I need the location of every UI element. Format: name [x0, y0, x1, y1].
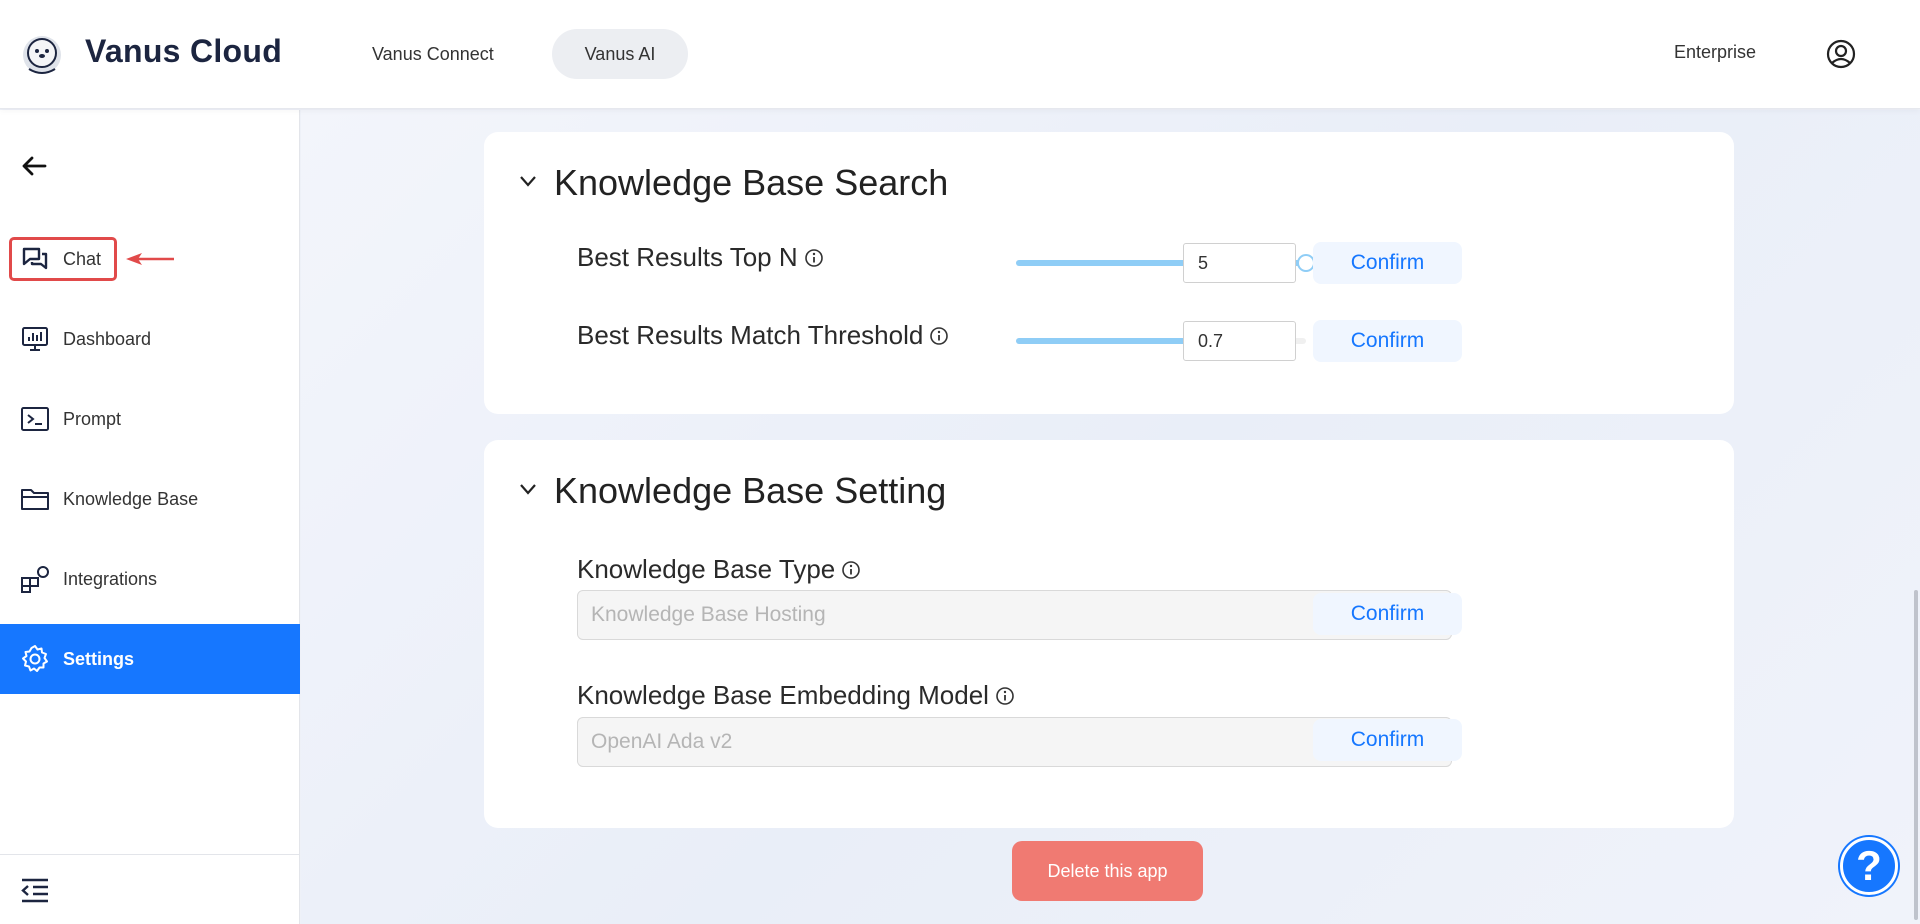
- sidebar-item-knowledge-base[interactable]: Knowledge Base: [0, 464, 300, 534]
- threshold-label: Best Results Match Threshold: [577, 320, 949, 351]
- help-button[interactable]: ?: [1840, 837, 1898, 895]
- section-title: Knowledge Base Setting: [554, 470, 947, 511]
- otter-logo-icon[interactable]: [19, 31, 65, 77]
- annotation-arrow-icon: [126, 253, 174, 265]
- delete-app-button[interactable]: Delete this app: [1012, 841, 1203, 901]
- sidebar: Chat Dashboard Prompt Knowledge Base Int…: [0, 110, 300, 924]
- folder-icon: [19, 483, 51, 515]
- kb-type-selected-value: Knowledge Base Hosting: [591, 603, 826, 626]
- user-account-icon[interactable]: [1825, 38, 1857, 70]
- sidebar-item-dashboard[interactable]: Dashboard: [0, 304, 300, 374]
- top-n-label-text: Best Results Top N: [577, 242, 798, 272]
- info-icon[interactable]: [929, 326, 949, 346]
- brand-name: Vanus Cloud: [85, 33, 283, 69]
- confirm-threshold-button[interactable]: Confirm: [1313, 320, 1462, 362]
- plan-label[interactable]: Enterprise: [1674, 42, 1756, 63]
- chevron-down-icon[interactable]: [517, 170, 539, 192]
- scrollbar-thumb[interactable]: [1914, 590, 1918, 920]
- kb-type-label: Knowledge Base Type: [577, 554, 861, 585]
- sidebar-item-label: Dashboard: [63, 328, 152, 349]
- collapse-menu-icon[interactable]: [20, 876, 50, 906]
- terminal-icon: [19, 403, 51, 435]
- confirm-kb-type-button[interactable]: Confirm: [1313, 593, 1462, 635]
- info-icon[interactable]: [841, 560, 861, 580]
- embedding-model-label-text: Knowledge Base Embedding Model: [577, 680, 989, 710]
- sidebar-item-label: Integrations: [63, 568, 158, 589]
- sidebar-item-label: Settings: [63, 648, 135, 669]
- sidebar-item-label: Chat: [63, 248, 102, 269]
- tab-vanus-connect[interactable]: Vanus Connect: [342, 29, 524, 79]
- section-title: Knowledge Base Search: [554, 162, 949, 203]
- threshold-label-text: Best Results Match Threshold: [577, 320, 924, 350]
- top-header: Vanus Cloud Vanus Connect Vanus AI Enter…: [0, 0, 1920, 109]
- threshold-input[interactable]: 0.7: [1183, 321, 1296, 361]
- knowledge-base-setting-card: Knowledge Base Setting Knowledge Base Ty…: [484, 440, 1734, 828]
- info-icon[interactable]: [804, 248, 824, 268]
- chevron-down-icon[interactable]: [517, 478, 539, 500]
- sidebar-item-settings[interactable]: Settings: [0, 624, 300, 694]
- kb-type-label-text: Knowledge Base Type: [577, 554, 836, 584]
- confirm-top-n-button[interactable]: Confirm: [1313, 242, 1462, 284]
- sidebar-item-label: Knowledge Base: [63, 488, 199, 509]
- sidebar-item-integrations[interactable]: Integrations: [0, 544, 300, 614]
- tab-vanus-ai[interactable]: Vanus AI: [552, 29, 688, 79]
- integrations-icon: [19, 563, 51, 595]
- gear-icon: [19, 643, 51, 675]
- sidebar-divider: [0, 854, 300, 855]
- embedding-model-label: Knowledge Base Embedding Model: [577, 680, 1015, 711]
- top-n-label: Best Results Top N: [577, 242, 824, 273]
- sidebar-item-label: Prompt: [63, 408, 122, 429]
- knowledge-base-search-card: Knowledge Base Search Best Results Top N…: [484, 132, 1734, 414]
- dashboard-icon: [19, 323, 51, 355]
- embedding-model-selected-value: OpenAI Ada v2: [591, 730, 733, 753]
- sidebar-item-prompt[interactable]: Prompt: [0, 384, 300, 454]
- back-arrow-icon[interactable]: [18, 150, 50, 182]
- chat-icon: [19, 243, 51, 275]
- confirm-embedding-model-button[interactable]: Confirm: [1313, 719, 1462, 761]
- info-icon[interactable]: [995, 686, 1015, 706]
- main-content: Knowledge Base Search Best Results Top N…: [301, 110, 1920, 924]
- top-n-input[interactable]: 5: [1183, 243, 1296, 283]
